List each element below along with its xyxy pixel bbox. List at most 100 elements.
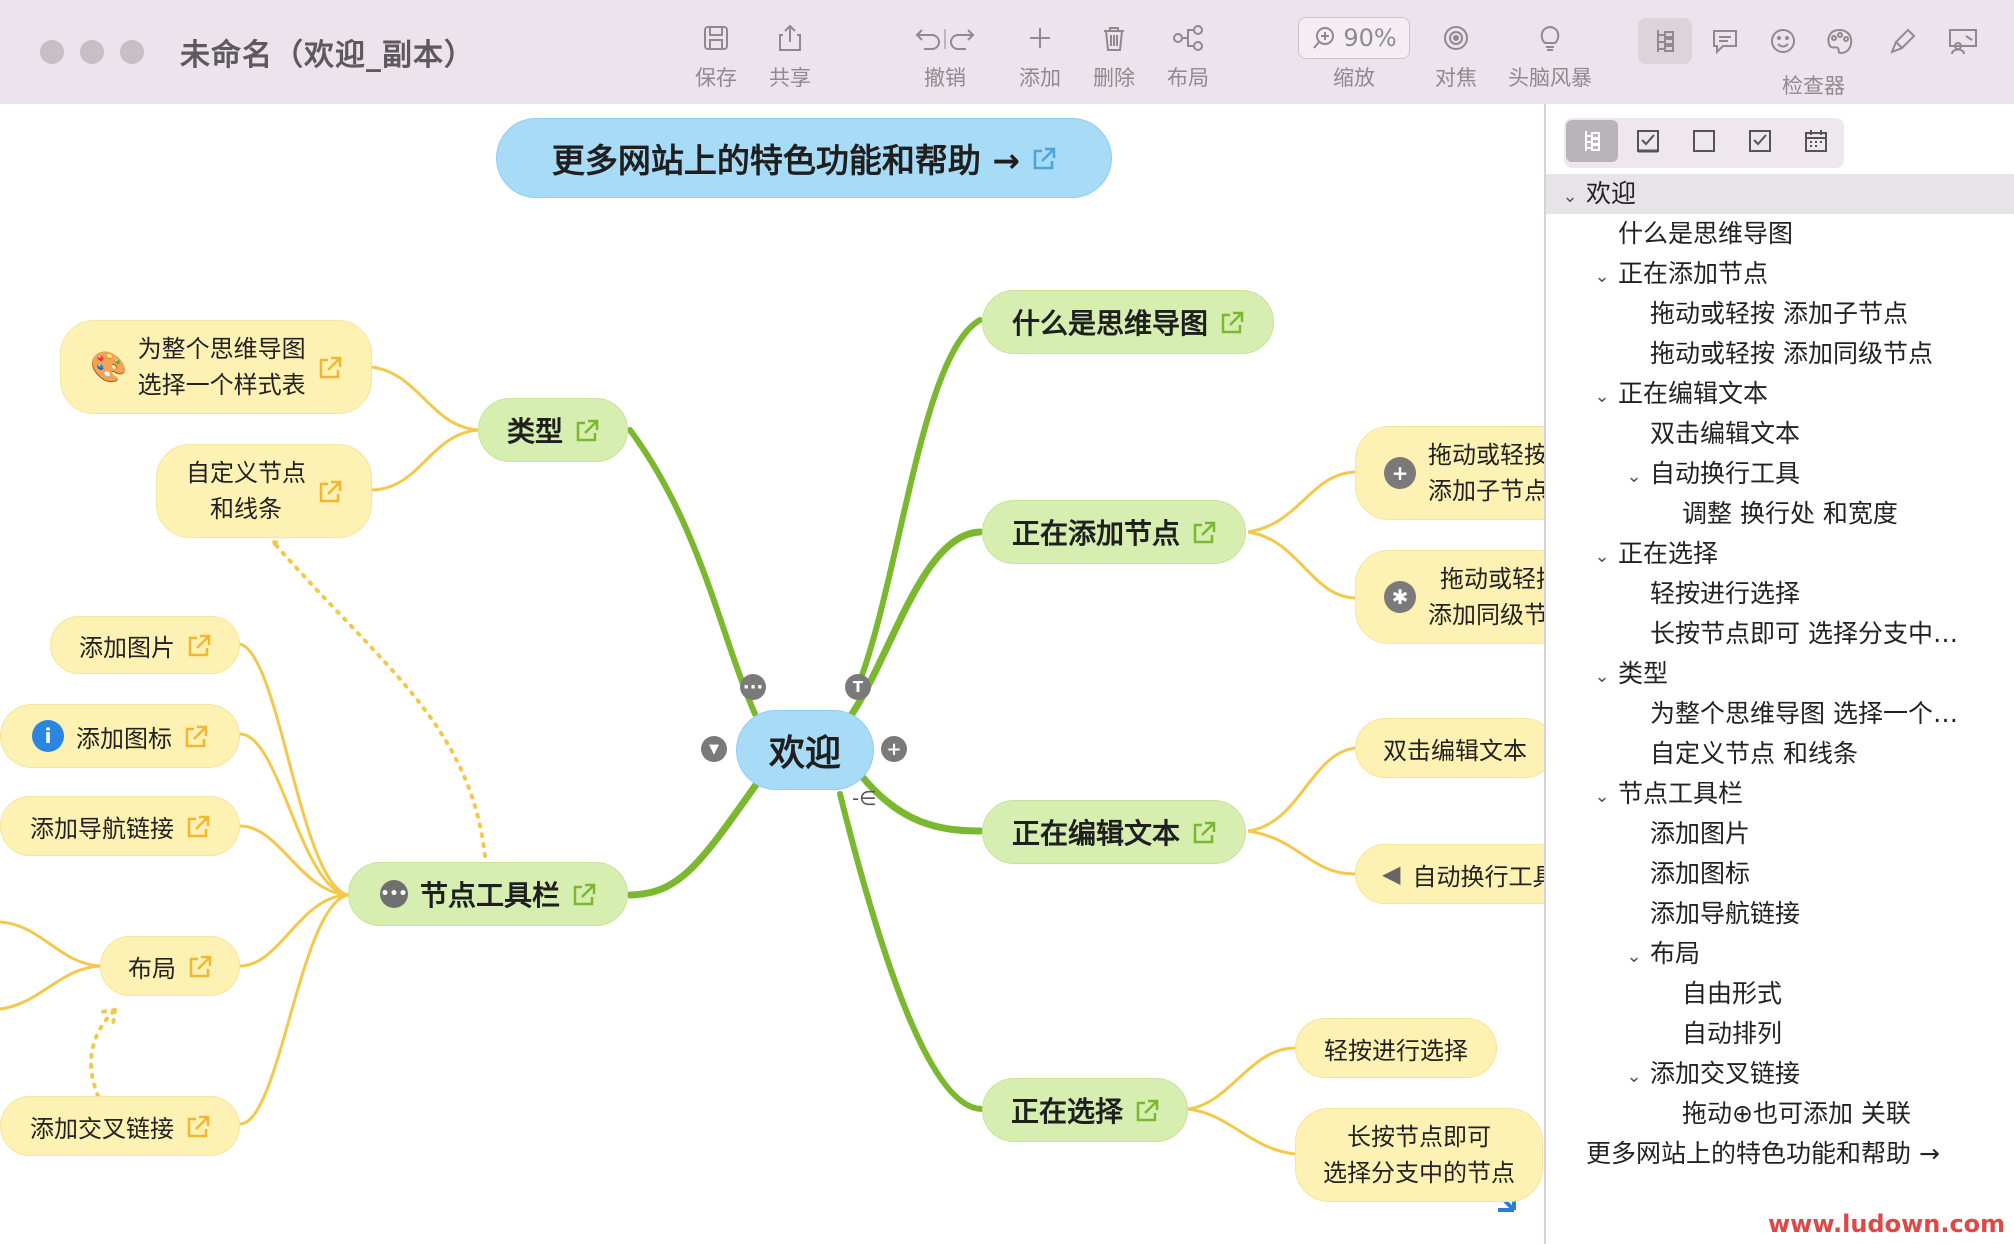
presentation-button[interactable] — [1936, 18, 1990, 64]
outline-item[interactable]: 拖动或轻按 添加子节点 — [1546, 294, 2014, 334]
external-link-icon[interactable] — [316, 478, 342, 504]
outline-item[interactable]: ⌄ 正在选择 — [1546, 534, 2014, 574]
outline-item-label: 添加交叉链接 — [1650, 1059, 1801, 1088]
node-long-press[interactable]: 长按节点即可 选择分支中的节点 — [1295, 1108, 1543, 1202]
outline-item[interactable]: 长按节点即可 选择分支中… — [1546, 614, 2014, 654]
tab-unchecked[interactable] — [1678, 120, 1730, 162]
web-help-banner[interactable]: 更多网站上的特色功能和帮助 → — [496, 118, 1112, 198]
external-link-icon[interactable] — [1190, 519, 1216, 545]
undo-button[interactable]: 撤销 — [900, 18, 990, 98]
node-selecting[interactable]: 正在选择 — [982, 1078, 1188, 1142]
node-adding[interactable]: 正在添加节点 — [982, 500, 1246, 564]
tab-outline[interactable] — [1566, 120, 1618, 162]
format-button[interactable] — [1876, 18, 1930, 64]
zoom-field[interactable]: 90% — [1298, 17, 1410, 59]
chevron-down-icon[interactable]: ⌄ — [1590, 257, 1614, 294]
outline-item[interactable]: 双击编辑文本 — [1546, 414, 2014, 454]
node-auto-wrap[interactable]: ◀ 自动换行工具 — [1355, 844, 1544, 904]
node-drag-child[interactable]: + 拖动或轻按 添加子节点 — [1355, 426, 1544, 520]
outline-item[interactable]: 添加图片 — [1546, 814, 2014, 854]
outline-item[interactable]: 添加图标 — [1546, 854, 2014, 894]
chevron-down-icon[interactable]: ⌄ — [1590, 377, 1614, 414]
outline-item[interactable]: 拖动或轻按 添加同级节点 — [1546, 334, 2014, 374]
outline-item[interactable]: ⌄ 添加交叉链接 — [1546, 1054, 2014, 1094]
save-button[interactable]: 保存 — [688, 18, 744, 98]
node-types[interactable]: 类型 — [478, 398, 628, 462]
node-what-is[interactable]: 什么是思维导图 — [982, 290, 1274, 354]
chevron-down-icon[interactable]: ⌄ — [1622, 457, 1646, 494]
outline-item[interactable]: ⌄ 节点工具栏 — [1546, 774, 2014, 814]
outline-item[interactable]: ⌄ 类型 — [1546, 654, 2014, 694]
external-link-icon[interactable] — [1030, 145, 1056, 171]
icons-button[interactable] — [1756, 18, 1810, 64]
minimize-window-button[interactable] — [80, 40, 104, 64]
outline-item[interactable]: ⌄ 正在添加节点 — [1546, 254, 2014, 294]
delete-button[interactable]: 删除 — [1086, 18, 1142, 98]
brainstorm-button[interactable]: 头脑风暴 — [1500, 18, 1600, 98]
tab-calendar[interactable] — [1790, 120, 1842, 162]
node-layout[interactable]: 布局 — [100, 936, 240, 996]
outline-item[interactable]: 自由形式 — [1546, 974, 2014, 1014]
outline-item[interactable]: 自定义节点 和线条 — [1546, 734, 2014, 774]
tab-checked[interactable] — [1734, 120, 1786, 162]
node-add-nav-link[interactable]: 添加导航链接 — [0, 796, 240, 856]
node-tap-select[interactable]: 轻按进行选择 — [1295, 1018, 1497, 1078]
outline-view-button[interactable] — [1638, 18, 1692, 64]
outline-item[interactable]: 更多网站上的特色功能和帮助 → — [1546, 1134, 2014, 1174]
outline-item[interactable]: ⌄ 正在编辑文本 — [1546, 374, 2014, 414]
outline-item[interactable]: 拖动⊕也可添加 关联 — [1546, 1094, 2014, 1134]
layout-button[interactable]: 布局 — [1160, 18, 1216, 98]
external-link-icon[interactable] — [182, 723, 208, 749]
share-button[interactable]: 共享 — [762, 18, 818, 98]
outline-item[interactable]: ⌄ 布局 — [1546, 934, 2014, 974]
outline-item[interactable]: ⌄ 自动换行工具 — [1546, 454, 2014, 494]
node-add-icon[interactable]: i 添加图标 — [0, 704, 240, 768]
node-stylesheet[interactable]: 🎨 为整个思维导图 选择一个样式表 — [60, 320, 372, 414]
chevron-down-icon[interactable]: ⌄ — [1590, 657, 1614, 694]
node-drag-sibling[interactable]: ✱ 拖动或轻按添加同级节点 — [1355, 550, 1544, 644]
text-tool-icon[interactable]: T — [845, 674, 871, 700]
external-link-icon[interactable] — [186, 953, 212, 979]
mindmap-canvas[interactable]: 更多网站上的特色功能和帮助 → 欢迎 ··· T ▼ + -∈ 什么是思维导图 … — [0, 104, 1544, 1244]
collapse-icon[interactable]: ▼ — [701, 736, 727, 762]
node-editing[interactable]: 正在编辑文本 — [982, 800, 1246, 864]
add-child-icon[interactable]: + — [881, 736, 907, 762]
more-options-icon[interactable]: ··· — [740, 674, 766, 700]
external-link-icon[interactable] — [316, 354, 342, 380]
outline-item[interactable]: 自动排列 — [1546, 1014, 2014, 1054]
node-add-cross-link[interactable]: 添加交叉链接 — [0, 1096, 240, 1156]
external-link-icon[interactable] — [573, 417, 599, 443]
external-link-icon[interactable] — [184, 1113, 210, 1139]
node-double-click-edit[interactable]: 双击编辑文本 — [1355, 718, 1544, 778]
outline-item[interactable]: 轻按进行选择 — [1546, 574, 2014, 614]
zoom-control[interactable]: 90% 缩放 — [1292, 17, 1416, 98]
chevron-down-icon[interactable]: ⌄ — [1622, 937, 1646, 974]
tab-tasks[interactable] — [1622, 120, 1674, 162]
chevron-down-icon[interactable]: ⌄ — [1590, 777, 1614, 814]
external-link-icon[interactable] — [1218, 309, 1244, 335]
style-button[interactable] — [1812, 18, 1866, 64]
chevron-down-icon[interactable]: ⌄ — [1558, 177, 1582, 214]
node-toolbar[interactable]: ••• 节点工具栏 — [348, 862, 628, 926]
add-button[interactable]: 添加 — [1012, 18, 1068, 98]
external-link-icon[interactable] — [1133, 1097, 1159, 1123]
external-link-icon[interactable] — [570, 881, 596, 907]
chevron-down-icon[interactable]: ⌄ — [1590, 537, 1614, 574]
zoom-window-button[interactable] — [120, 40, 144, 64]
chevron-down-icon[interactable]: ⌄ — [1622, 1057, 1646, 1094]
notes-button[interactable] — [1698, 18, 1752, 64]
external-link-icon[interactable] — [1190, 819, 1216, 845]
focus-button[interactable]: 对焦 — [1428, 18, 1484, 98]
outline-item[interactable]: 为整个思维导图 选择一个… — [1546, 694, 2014, 734]
outline-item[interactable]: ⌄ 欢迎 — [1546, 174, 2014, 214]
branch-toggle-icon[interactable]: -∈ — [852, 786, 877, 810]
root-node[interactable]: 欢迎 — [736, 710, 874, 790]
node-custom-lines[interactable]: 自定义节点 和线条 — [156, 444, 372, 538]
outline-item[interactable]: 什么是思维导图 — [1546, 214, 2014, 254]
outline-item[interactable]: 添加导航链接 — [1546, 894, 2014, 934]
external-link-icon[interactable] — [185, 632, 211, 658]
outline-item[interactable]: 调整 换行处 和宽度 — [1546, 494, 2014, 534]
external-link-icon[interactable] — [184, 813, 210, 839]
node-add-image[interactable]: 添加图片 — [50, 616, 240, 674]
close-window-button[interactable] — [40, 40, 64, 64]
